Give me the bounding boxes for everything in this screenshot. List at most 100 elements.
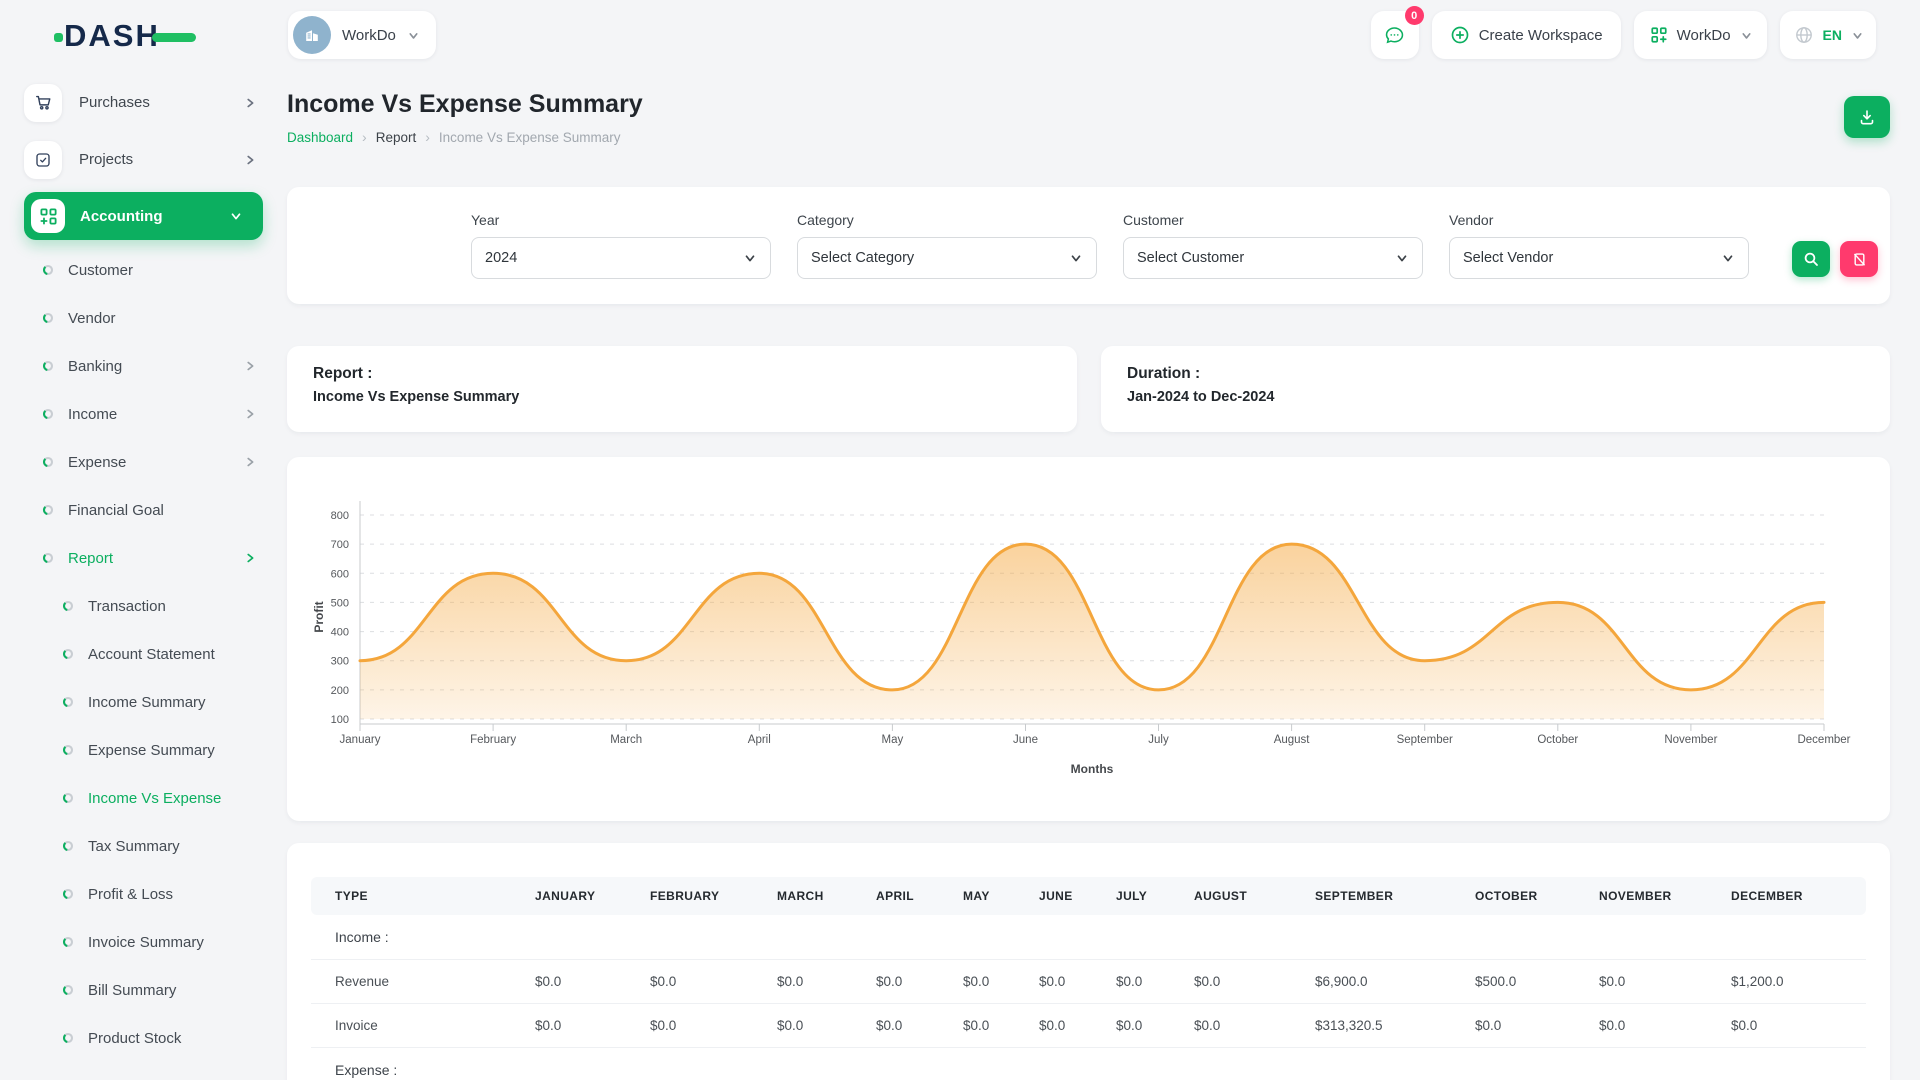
reset-filter-button[interactable]	[1840, 241, 1878, 277]
breadcrumb: Dashboard › Report › Income Vs Expense S…	[287, 129, 643, 145]
language-selector[interactable]: EN	[1780, 11, 1876, 59]
apply-filter-button[interactable]	[1792, 241, 1830, 277]
bullet-donut-icon	[42, 456, 54, 468]
logo-dot-accent	[54, 33, 63, 42]
table-header-july: JULY	[1116, 877, 1194, 915]
svg-text:September: September	[1397, 734, 1453, 746]
table-row-revenue: Revenue$0.0$0.0$0.0$0.0$0.0$0.0$0.0$0.0$…	[311, 960, 1866, 1004]
sidebar-item-expense[interactable]: Expense	[24, 438, 263, 486]
bullet-donut-icon	[62, 696, 74, 708]
sidebar-item-income[interactable]: Income	[24, 390, 263, 438]
sidebar-item-label: Income Vs Expense	[88, 790, 221, 807]
sidebar-item-product-stock[interactable]: Product Stock	[24, 1014, 263, 1062]
amount-cell: $0.0	[1116, 960, 1194, 1004]
bullet-donut-icon	[42, 552, 54, 564]
sidebar-item-projects[interactable]: Projects	[24, 131, 263, 188]
logo-text: DASH	[64, 18, 160, 53]
sidebar-item-label: Invoice Summary	[88, 934, 204, 951]
chat-badge: 0	[1405, 6, 1424, 25]
amount-cell: $0.0	[1039, 1004, 1116, 1048]
amount-cell: $0.0	[1599, 1004, 1731, 1048]
sidebar-item-account-statement[interactable]: Account Statement	[24, 630, 263, 678]
svg-text:300: 300	[331, 656, 349, 668]
sidebar-item-banking[interactable]: Banking	[24, 342, 263, 390]
svg-text:100: 100	[331, 714, 349, 726]
breadcrumb-dashboard[interactable]: Dashboard	[287, 130, 353, 145]
sidebar-item-income-summary[interactable]: Income Summary	[24, 678, 263, 726]
create-workspace-button[interactable]: Create Workspace	[1432, 11, 1621, 59]
sidebar-item-accounting[interactable]: Accounting	[24, 192, 263, 240]
bullet-donut-icon	[62, 840, 74, 852]
sidebar-item-expense-summary[interactable]: Expense Summary	[24, 726, 263, 774]
sidebar-item-vendor[interactable]: Vendor	[24, 294, 263, 342]
bullet-donut-icon	[42, 312, 54, 324]
sidebar-item-label: Customer	[68, 262, 133, 279]
amount-cell: $0.0	[963, 1004, 1039, 1048]
sidebar-item-cash-flow[interactable]: Cash Flow	[24, 1062, 263, 1080]
svg-text:200: 200	[331, 685, 349, 697]
app-logo[interactable]: DASH	[64, 18, 214, 58]
chevron-right-icon	[243, 455, 257, 469]
sidebar-item-tax-summary[interactable]: Tax Summary	[24, 822, 263, 870]
workspace-switcher[interactable]: WorkDo	[288, 11, 436, 59]
filter-panel: Year2024CategorySelect CategoryCustomerS…	[287, 187, 1890, 304]
bullet-donut-icon	[42, 264, 54, 276]
svg-text:800: 800	[331, 510, 349, 522]
chevron-down-icon	[1721, 251, 1735, 265]
sidebar-item-label: Tax Summary	[88, 838, 180, 855]
grid-plus-icon	[1650, 26, 1668, 44]
search-icon	[1803, 251, 1819, 267]
customer-select[interactable]: Select Customer	[1123, 237, 1423, 279]
report-label: Report :	[313, 365, 1051, 383]
svg-text:March: March	[610, 734, 642, 746]
breadcrumb-separator: ›	[362, 129, 367, 145]
sidebar-item-report[interactable]: Report	[24, 534, 263, 582]
svg-text:400: 400	[331, 627, 349, 639]
year-select[interactable]: 2024	[471, 237, 771, 279]
profit-area-chart: 100200300400500600700800JanuaryFebruaryM…	[311, 481, 1866, 798]
workspace-avatar	[293, 16, 331, 54]
sidebar-item-financial-goal[interactable]: Financial Goal	[24, 486, 263, 534]
income-expense-table: TYPEJANUARYFEBRUARYMARCHAPRILMAYJUNEJULY…	[311, 877, 1866, 1080]
sidebar-item-purchases[interactable]: Purchases	[24, 74, 263, 131]
messages-button[interactable]: 0	[1371, 11, 1419, 59]
svg-text:November: November	[1664, 734, 1717, 746]
sidebar-item-transaction[interactable]: Transaction	[24, 582, 263, 630]
sidebar-item-label: Projects	[79, 151, 133, 168]
chevron-down-icon	[1395, 251, 1409, 265]
sidebar-item-bill-summary[interactable]: Bill Summary	[24, 966, 263, 1014]
table-section-income: Income :	[311, 915, 1866, 960]
category-select[interactable]: Select Category	[797, 237, 1097, 279]
amount-cell: $0.0	[535, 960, 650, 1004]
main-area: WorkDo 0 Create Workspace WorkDo EN	[285, 0, 1920, 1080]
sidebar-item-customer[interactable]: Customer	[24, 246, 263, 294]
chevron-right-icon	[243, 153, 257, 167]
table-header-november: NOVEMBER	[1599, 877, 1731, 915]
workdo-menu[interactable]: WorkDo	[1634, 11, 1767, 59]
report-value: Income Vs Expense Summary	[313, 389, 1051, 405]
row-type: Invoice	[311, 1004, 535, 1048]
sidebar-item-invoice-summary[interactable]: Invoice Summary	[24, 918, 263, 966]
filter-group-vendor: VendorSelect Vendor	[1449, 212, 1749, 279]
sidebar-item-profit-loss[interactable]: Profit & Loss	[24, 870, 263, 918]
breadcrumb-current: Income Vs Expense Summary	[439, 130, 621, 145]
sidebar-item-label: Purchases	[79, 94, 150, 111]
sidebar-item-income-vs-expense[interactable]: Income Vs Expense	[24, 774, 263, 822]
language-code: EN	[1823, 27, 1842, 43]
download-report-button[interactable]	[1844, 96, 1890, 138]
sidebar-item-label: Product Stock	[88, 1030, 181, 1047]
vendor-select[interactable]: Select Vendor	[1449, 237, 1749, 279]
chevron-down-icon	[407, 29, 420, 42]
svg-text:Months: Months	[1071, 762, 1114, 776]
chat-bubble-icon	[1383, 24, 1406, 47]
table-header-type: TYPE	[311, 877, 535, 915]
breadcrumb-report[interactable]: Report	[376, 130, 417, 145]
clear-filter-icon	[1852, 252, 1867, 267]
topbar: WorkDo 0 Create Workspace WorkDo EN	[285, 0, 1920, 70]
amount-cell: $0.0	[650, 1004, 777, 1048]
table-header-august: AUGUST	[1194, 877, 1315, 915]
chevron-down-icon	[229, 209, 243, 223]
svg-text:May: May	[882, 734, 904, 746]
bullet-donut-icon	[62, 888, 74, 900]
bullet-donut-icon	[62, 984, 74, 996]
